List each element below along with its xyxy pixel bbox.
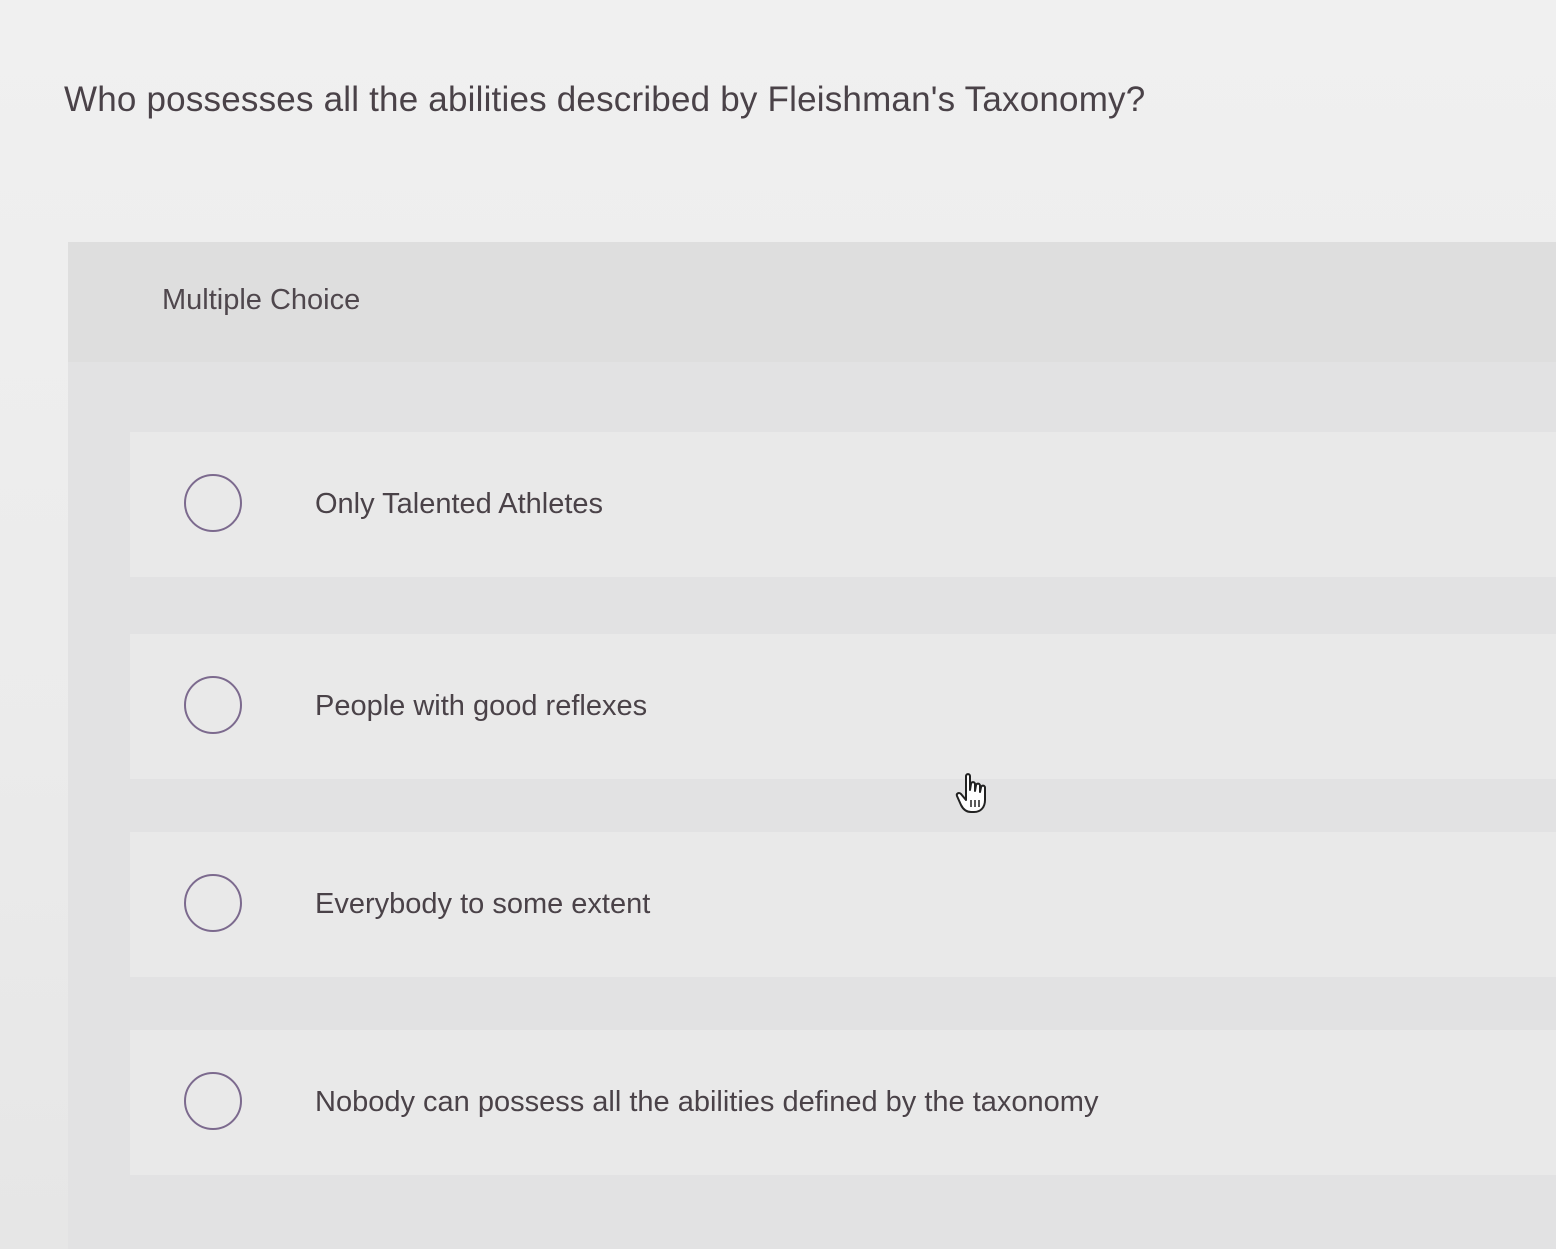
answer-option-3[interactable]: Everybody to some extent — [130, 832, 1556, 977]
radio-button[interactable] — [184, 1072, 242, 1130]
radio-button[interactable] — [184, 676, 242, 734]
radio-button[interactable] — [184, 874, 242, 932]
answer-option-label: People with good reflexes — [315, 690, 648, 722]
hand-pointer-icon — [955, 773, 986, 813]
quiz-page: Who possesses all the abilities describe… — [0, 0, 1556, 1249]
answer-option-label: Everybody to some extent — [315, 888, 651, 920]
answer-option-label: Only Talented Athletes — [315, 488, 604, 520]
question-text: Who possesses all the abilities describe… — [64, 80, 1146, 119]
radio-button[interactable] — [184, 474, 242, 532]
panel-header: Multiple Choice — [68, 242, 1556, 362]
answer-option-2[interactable]: People with good reflexes — [130, 634, 1556, 779]
answer-option-label: Nobody can possess all the abilities def… — [315, 1086, 1099, 1118]
answer-panel: Multiple Choice Only Talented Athletes P… — [68, 242, 1556, 1249]
answer-option-1[interactable]: Only Talented Athletes — [130, 432, 1556, 577]
question-type-label: Multiple Choice — [162, 284, 361, 316]
answer-option-4[interactable]: Nobody can possess all the abilities def… — [130, 1030, 1556, 1175]
